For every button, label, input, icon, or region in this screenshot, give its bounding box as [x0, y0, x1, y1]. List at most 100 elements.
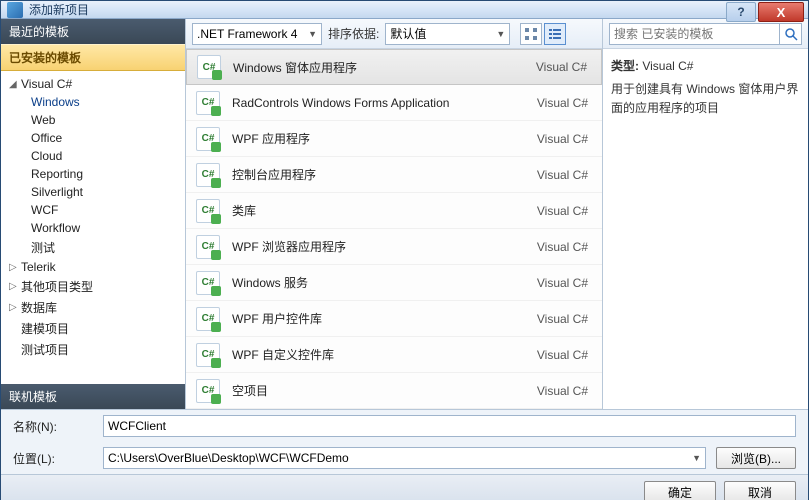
template-item[interactable]: C# WPF 应用程序Visual C#: [186, 121, 602, 157]
template-icon: C#: [196, 235, 220, 259]
sidebar: 最近的模板 已安装的模板 ◢Visual C# Windows Web Office C…: [1, 19, 186, 409]
name-input[interactable]: [103, 415, 796, 437]
template-item[interactable]: C#WPF 浏览器应用程序Visual C#: [186, 229, 602, 265]
cancel-button[interactable]: 取消: [724, 481, 796, 500]
template-item[interactable]: C# WPF 自定义控件库Visual C#: [186, 337, 602, 373]
chevron-down-icon: ▼: [300, 29, 317, 39]
tree-node-label: Cloud: [31, 149, 62, 163]
info-body: 类型: Visual C# 用于创建具有 Windows 窗体用户界面的应用程序…: [603, 49, 808, 127]
template-language: Visual C#: [537, 168, 592, 182]
template-language: Visual C#: [537, 312, 592, 326]
template-name: Windows 服务: [232, 274, 537, 291]
tree-node[interactable]: ▷数据库: [1, 297, 185, 318]
template-name: WPF 应用程序: [232, 130, 537, 147]
template-icon: C#: [196, 163, 220, 187]
sort-combo[interactable]: 默认值 ▼: [385, 23, 510, 45]
template-language: Visual C#: [537, 132, 592, 146]
template-name: 空项目: [232, 382, 537, 399]
template-name: WPF 自定义控件库: [232, 346, 537, 363]
template-language: Visual C#: [537, 204, 592, 218]
template-list[interactable]: C#Windows 窗体应用程序Visual C#C#RadControls W…: [186, 49, 602, 409]
template-description: 用于创建具有 Windows 窗体用户界面的应用程序的项目: [611, 80, 800, 118]
tree-node[interactable]: Windows: [1, 93, 185, 111]
bottom-form: 名称(N): 位置(L): C:\Users\OverBlue\Desktop\…: [1, 409, 808, 500]
tree-node-label: Silverlight: [31, 185, 83, 199]
framework-value: .NET Framework 4: [197, 27, 297, 41]
tree-node[interactable]: Reporting: [1, 165, 185, 183]
template-item[interactable]: C#RadControls Windows Forms ApplicationV…: [186, 85, 602, 121]
toolbar: .NET Framework 4 ▼ 排序依据: 默认值 ▼: [186, 19, 602, 49]
template-icon: C#: [196, 307, 220, 331]
close-button[interactable]: X: [758, 2, 804, 22]
tree-node-label: Telerik: [21, 260, 56, 274]
framework-combo[interactable]: .NET Framework 4 ▼: [192, 23, 322, 45]
type-value: Visual C#: [642, 59, 693, 73]
help-button[interactable]: ?: [726, 2, 756, 22]
sidebar-header-online[interactable]: 联机模板: [1, 384, 185, 409]
template-item[interactable]: C# 控制台应用程序Visual C#: [186, 157, 602, 193]
tree-node-label: Reporting: [31, 167, 83, 181]
location-label: 位置(L):: [13, 450, 93, 467]
template-icon: C#: [196, 271, 220, 295]
location-value: C:\Users\OverBlue\Desktop\WCF\WCFDemo: [108, 451, 349, 465]
tree-node[interactable]: 测试: [1, 237, 185, 258]
template-language: Visual C#: [536, 60, 591, 74]
chevron-down-icon: ▼: [684, 453, 701, 463]
template-item[interactable]: C#类库Visual C#: [186, 193, 602, 229]
template-name: 控制台应用程序: [232, 166, 537, 183]
template-tree: ◢Visual C# Windows Web Office Cloud Reporting…: [1, 71, 185, 384]
template-icon: C#: [196, 127, 220, 151]
titlebar[interactable]: 添加新项目 ? X: [1, 1, 808, 19]
tree-node-label: Windows: [31, 95, 80, 109]
dialog-window: 添加新项目 ? X 最近的模板 已安装的模板 ◢Visual C# Windows…: [0, 0, 809, 500]
tree-node[interactable]: 测试项目: [1, 339, 185, 360]
template-name: WPF 用户控件库: [232, 310, 537, 327]
tree-node-label: 测试: [31, 239, 55, 256]
tree-node[interactable]: 建模项目: [1, 318, 185, 339]
template-name: 类库: [232, 202, 537, 219]
template-item[interactable]: C#空项目Visual C#: [186, 373, 602, 409]
view-small-icons-button[interactable]: [520, 23, 542, 45]
template-item[interactable]: C# WPF 用户控件库Visual C#: [186, 301, 602, 337]
ok-button[interactable]: 确定: [644, 481, 716, 500]
tree-node-label: Workflow: [31, 221, 80, 235]
sidebar-header-installed[interactable]: 已安装的模板: [1, 44, 185, 71]
sidebar-header-recent[interactable]: 最近的模板: [1, 19, 185, 44]
template-item[interactable]: C#Windows 窗体应用程序Visual C#: [186, 49, 602, 85]
template-icon: C#: [196, 343, 220, 367]
tree-node[interactable]: ▷Telerik: [1, 258, 185, 276]
chevron-right-icon: ▷: [9, 262, 19, 273]
sort-label: 排序依据:: [328, 25, 379, 42]
template-language: Visual C#: [537, 276, 592, 290]
tree-node[interactable]: Workflow: [1, 219, 185, 237]
tree-node[interactable]: Office: [1, 129, 185, 147]
browse-button[interactable]: 浏览(B)...: [716, 447, 796, 469]
window-title: 添加新项目: [29, 1, 89, 18]
template-name: RadControls Windows Forms Application: [232, 96, 537, 110]
app-icon: [7, 2, 23, 18]
view-list-button[interactable]: [544, 23, 566, 45]
template-item[interactable]: C# Windows 服务Visual C#: [186, 265, 602, 301]
template-icon: C#: [196, 91, 220, 115]
tree-node[interactable]: Web: [1, 111, 185, 129]
center-pane: .NET Framework 4 ▼ 排序依据: 默认值 ▼: [186, 19, 603, 409]
tree-node-label: Office: [31, 131, 62, 145]
location-combo[interactable]: C:\Users\OverBlue\Desktop\WCF\WCFDemo ▼: [103, 447, 706, 469]
tree-node[interactable]: WCF: [1, 201, 185, 219]
tree-node[interactable]: Silverlight: [1, 183, 185, 201]
template-icon: C#: [196, 379, 220, 403]
template-name: WPF 浏览器应用程序: [232, 238, 537, 255]
tree-node-label: WCF: [31, 203, 58, 217]
tree-node[interactable]: ▷其他项目类型: [1, 276, 185, 297]
search-button[interactable]: [780, 23, 802, 45]
tree-node[interactable]: ◢Visual C#: [1, 75, 185, 93]
search-bar: [603, 19, 808, 49]
template-language: Visual C#: [537, 348, 592, 362]
tree-node[interactable]: Cloud: [1, 147, 185, 165]
info-pane: 类型: Visual C# 用于创建具有 Windows 窗体用户界面的应用程序…: [603, 19, 808, 409]
search-input[interactable]: [609, 23, 780, 45]
tree-node-label: 测试项目: [21, 341, 69, 358]
tree-node-label: 数据库: [21, 299, 57, 316]
tree-node-label: Visual C#: [21, 77, 72, 91]
template-icon: C#: [197, 55, 221, 79]
